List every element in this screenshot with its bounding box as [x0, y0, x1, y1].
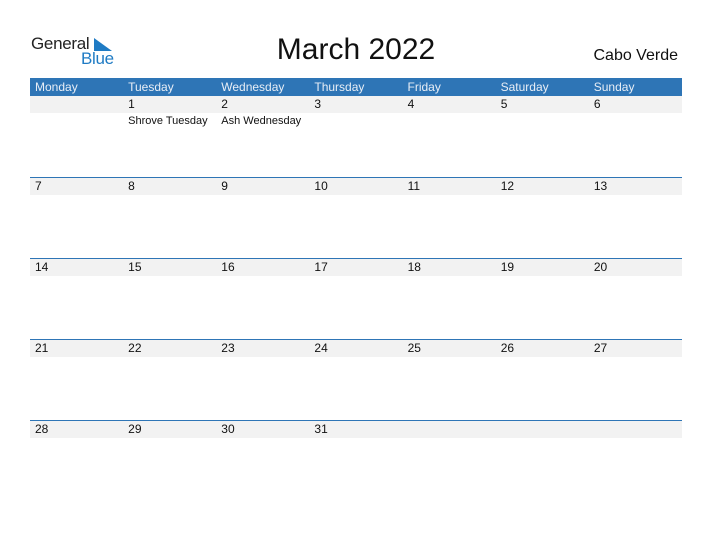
- day-number: 3: [314, 97, 322, 111]
- day-number: 27: [593, 341, 608, 355]
- day-number: 21: [35, 341, 49, 355]
- day-cell: 2 Ash Wednesday: [216, 96, 309, 177]
- day-number: 26: [500, 341, 515, 355]
- weekday-monday: Monday: [35, 80, 78, 94]
- day-number: 6: [593, 97, 601, 111]
- day-cell: [496, 421, 589, 502]
- day-number: 14: [35, 260, 49, 274]
- day-number: 28: [35, 422, 49, 436]
- day-number: 13: [593, 179, 608, 193]
- day-cell: 20: [589, 259, 682, 340]
- day-number: 9: [221, 179, 228, 193]
- day-cell: 18: [403, 259, 496, 340]
- day-number: 19: [500, 260, 515, 274]
- day-cell: 4: [403, 96, 496, 177]
- day-cell: 3: [309, 96, 402, 177]
- holiday-label: Ash Wednesday: [221, 115, 302, 127]
- day-number: 18: [407, 260, 421, 274]
- day-number: 24: [314, 341, 328, 355]
- weekday-friday: Friday: [407, 80, 441, 94]
- day-cell: 30: [216, 421, 309, 502]
- day-cell: 26: [496, 340, 589, 421]
- day-number: 5: [500, 97, 508, 111]
- week-row: 28 29 30 31: [30, 420, 682, 502]
- day-number: 7: [35, 179, 42, 193]
- day-cell: 1 Shrove Tuesday: [123, 96, 216, 177]
- day-cell: 17: [309, 259, 402, 340]
- day-cell: 6: [589, 96, 682, 177]
- country-name: Cabo Verde: [593, 47, 678, 64]
- day-number: 17: [314, 260, 328, 274]
- week-row: 14 15 16 17 18 19 20: [30, 258, 682, 340]
- day-cell: 25: [403, 340, 496, 421]
- day-number: 4: [407, 97, 415, 111]
- day-cell: 16: [216, 259, 309, 340]
- day-cell: 23: [216, 340, 309, 421]
- day-cell: [403, 421, 496, 502]
- weekday-tuesday: Tuesday: [128, 80, 174, 94]
- day-number: 25: [407, 341, 421, 355]
- day-cell: 28: [30, 421, 123, 502]
- holiday-label: Shrove Tuesday: [128, 115, 208, 127]
- week-row: 21 22 23 24 25 26 27: [30, 339, 682, 421]
- day-cell: 22: [123, 340, 216, 421]
- day-cell: 12: [496, 178, 589, 259]
- day-cell: 19: [496, 259, 589, 340]
- day-number: 30: [221, 422, 235, 436]
- day-cell: 11: [403, 178, 496, 259]
- day-cell: 9: [216, 178, 309, 259]
- week-row: 7 8 9 10 11 12 13: [30, 177, 682, 259]
- day-cell: [589, 421, 682, 502]
- day-number: 22: [128, 341, 142, 355]
- weekday-wednesday: Wednesday: [221, 80, 285, 94]
- day-number: 16: [221, 260, 235, 274]
- day-cell: 5: [496, 96, 589, 177]
- day-cell: 10: [309, 178, 402, 259]
- weekday-sunday: Sunday: [593, 80, 635, 94]
- day-cell: 13: [589, 178, 682, 259]
- weekday-thursday: Thursday: [314, 80, 365, 94]
- day-cell: 15: [123, 259, 216, 340]
- day-number: 11: [407, 179, 421, 193]
- day-cell: 7: [30, 178, 123, 259]
- day-number: 15: [128, 260, 142, 274]
- day-cell: 24: [309, 340, 402, 421]
- day-cell: 27: [589, 340, 682, 421]
- day-number: 31: [314, 422, 328, 436]
- day-number: 10: [314, 179, 328, 193]
- day-number: 20: [593, 260, 608, 274]
- weekday-saturday: Saturday: [500, 80, 549, 94]
- day-cell: [30, 96, 123, 177]
- day-cell: 21: [30, 340, 123, 421]
- week-row: 1 Shrove Tuesday 2 Ash Wednesday 3 4 5 6: [30, 96, 682, 177]
- day-number: 8: [128, 179, 135, 193]
- weekday-header: Monday Tuesday Wednesday Thursday Friday…: [30, 78, 682, 96]
- day-number: 2: [221, 97, 228, 111]
- day-number: 12: [500, 179, 515, 193]
- day-number: 1: [128, 97, 135, 111]
- day-cell: 14: [30, 259, 123, 340]
- day-number: 23: [221, 341, 235, 355]
- day-cell: 31: [309, 421, 402, 502]
- day-cell: 29: [123, 421, 216, 502]
- day-cell: 8: [123, 178, 216, 259]
- day-number: 29: [128, 422, 142, 436]
